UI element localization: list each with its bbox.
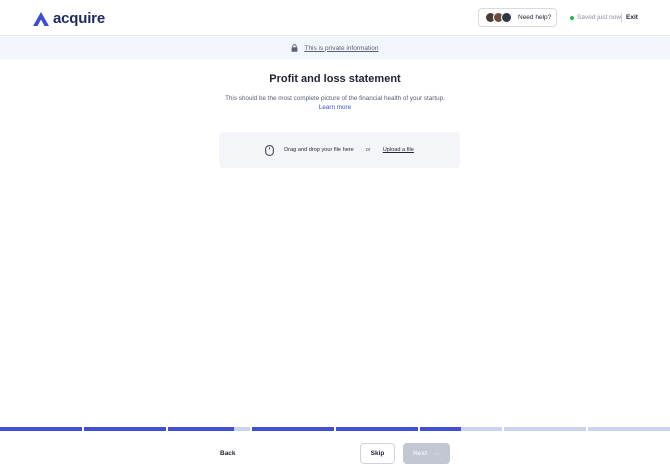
progress-segment [504, 427, 586, 431]
progress-segment-fill [252, 427, 334, 431]
skip-button[interactable]: Skip [360, 443, 395, 464]
arrow-right-icon: → [433, 450, 441, 457]
progress-segment-fill [84, 427, 166, 431]
step-progress-bar [0, 427, 670, 431]
learn-more-link[interactable]: Learn more [0, 104, 670, 111]
progress-segment-fill [168, 427, 234, 431]
saved-status-dot [570, 15, 574, 20]
mouse-icon [265, 144, 274, 156]
page-title: Profit and loss statement [269, 73, 401, 85]
progress-segment [0, 427, 82, 431]
progress-segment [84, 427, 166, 431]
back-button[interactable]: Back [220, 450, 236, 457]
saved-status-text: Saved just now [577, 14, 622, 21]
next-button-label: Next [412, 450, 428, 457]
need-help-button[interactable]: Need help? [478, 8, 557, 27]
progress-segment [168, 427, 250, 431]
next-button[interactable]: Next → [403, 443, 450, 464]
page-subtitle: This should be the most complete picture… [225, 95, 445, 102]
logo-text: acquire [53, 10, 105, 27]
acquire-logo[interactable]: acquire [33, 10, 105, 27]
progress-segment-fill [0, 427, 82, 431]
need-help-label: Need help? [518, 14, 552, 21]
acquire-logo-icon [33, 11, 49, 26]
progress-segment [252, 427, 334, 431]
lock-icon [292, 44, 298, 52]
support-avatars [485, 12, 512, 23]
progress-segment-fill [336, 427, 418, 431]
exit-link[interactable]: Exit [626, 14, 638, 21]
progress-segment [420, 427, 502, 431]
top-header: acquire Need help? Saved just now Exit [0, 0, 670, 36]
avatar [501, 12, 512, 23]
privacy-info-link[interactable]: This is private information [304, 45, 378, 52]
header-divider [621, 13, 622, 22]
progress-segment [336, 427, 418, 431]
privacy-banner: This is private information [0, 37, 670, 59]
save-status: Saved just now [570, 14, 621, 21]
drag-drop-text: Drag and drop your file here [284, 147, 354, 153]
or-separator: or [365, 147, 371, 153]
progress-segment [588, 427, 670, 431]
progress-segment-fill [420, 427, 461, 431]
upload-file-link[interactable]: Upload a file [383, 147, 414, 153]
file-dropzone[interactable]: Drag and drop your file here or Upload a… [219, 132, 460, 168]
